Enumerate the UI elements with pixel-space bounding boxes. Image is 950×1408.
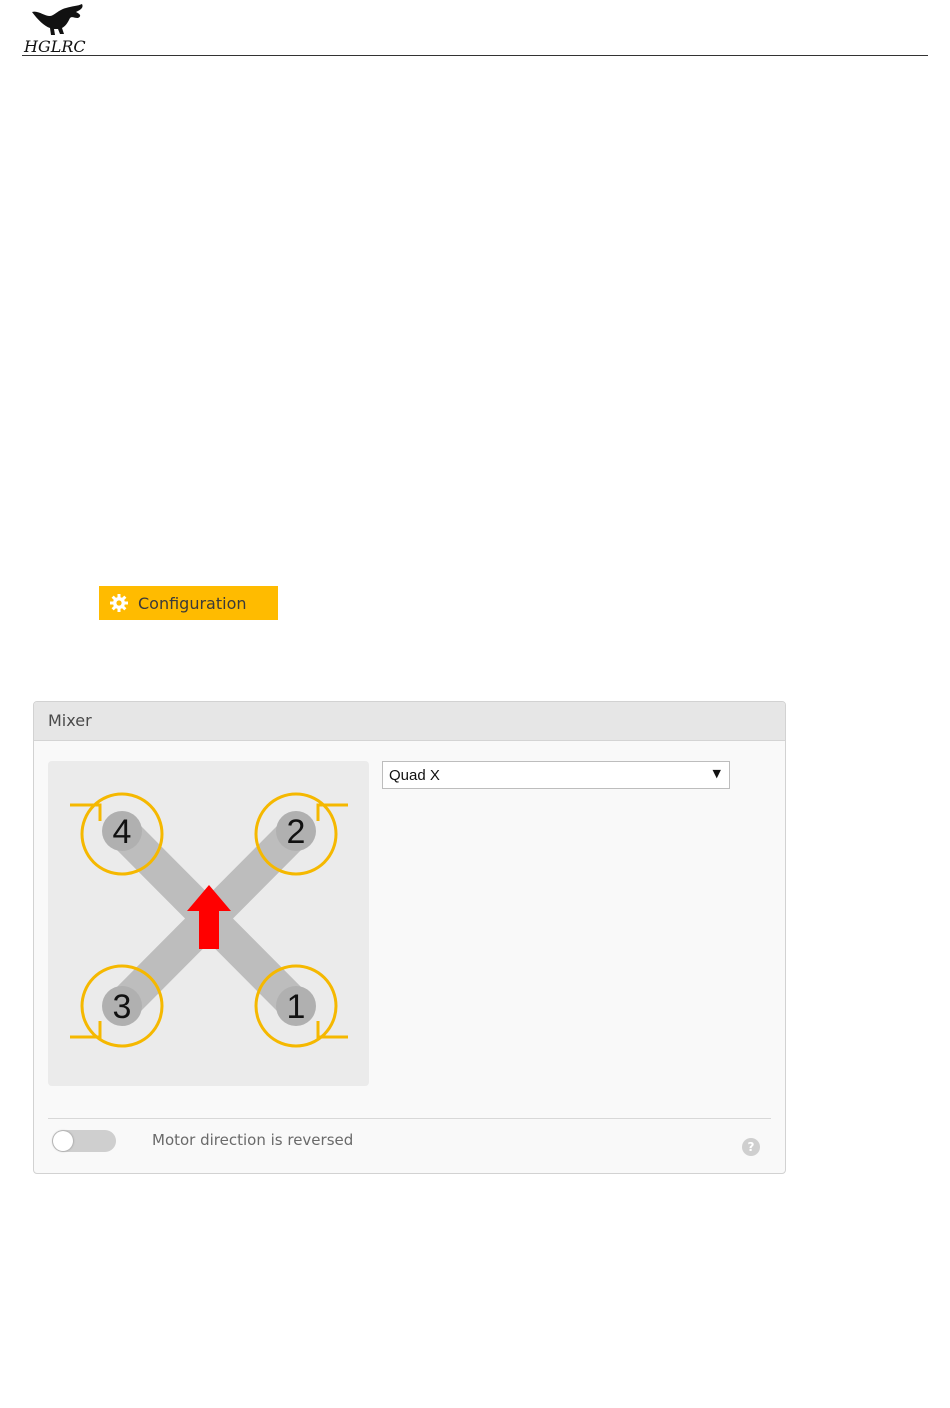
gear-icon xyxy=(110,594,128,612)
motor-reverse-label: Motor direction is reversed xyxy=(152,1131,354,1149)
mixer-panel: Mixer 4 2 3 1 Quad X ▼ Motor direction i… xyxy=(33,701,786,1174)
motor-label-4: 4 xyxy=(113,813,132,851)
svg-text:HGLRC: HGLRC xyxy=(23,37,86,54)
motor-reverse-toggle[interactable] xyxy=(52,1130,116,1152)
motor-label-3: 3 xyxy=(113,988,132,1026)
mixer-type-value: Quad X xyxy=(389,766,440,784)
motor-label-2: 2 xyxy=(287,813,306,851)
toggle-knob xyxy=(53,1131,73,1151)
mixer-type-select[interactable]: Quad X ▼ xyxy=(382,761,730,789)
mixer-panel-header: Mixer xyxy=(34,702,785,741)
panel-divider xyxy=(48,1118,771,1119)
dropdown-arrow-icon: ▼ xyxy=(712,767,721,780)
configuration-button[interactable]: Configuration xyxy=(99,586,278,620)
configuration-label: Configuration xyxy=(138,593,247,613)
help-icon[interactable]: ? xyxy=(742,1138,760,1156)
hglrc-logo: HGLRC xyxy=(23,4,86,54)
motor-label-1: 1 xyxy=(287,988,306,1026)
panel-title: Mixer xyxy=(48,711,92,730)
header-divider xyxy=(22,55,928,56)
quad-x-diagram: 4 2 3 1 xyxy=(48,761,369,1086)
